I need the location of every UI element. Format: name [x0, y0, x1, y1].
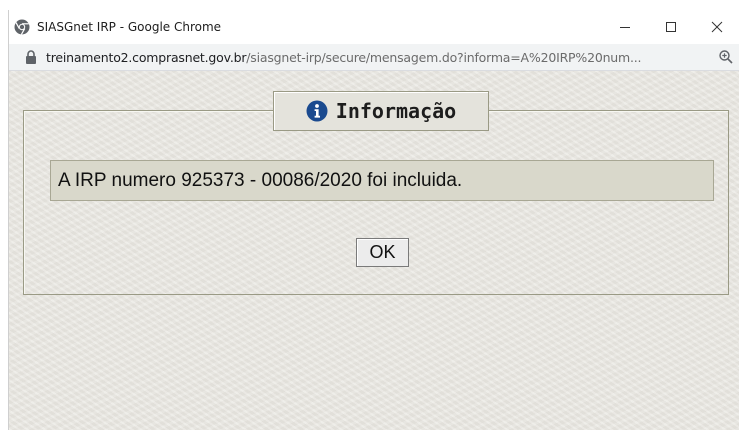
page-content: Informação A IRP numero 925373 - 00086/2… — [9, 71, 739, 430]
information-fieldset — [23, 110, 729, 295]
close-icon — [711, 21, 723, 33]
title-bar[interactable]: SIASGnet IRP - Google Chrome — [9, 10, 739, 44]
browser-popup-window: SIASGnet IRP - Google Chrome treinamento… — [8, 10, 739, 430]
url-host: treinamento2.comprasnet.gov.br — [46, 49, 247, 65]
lock-icon — [26, 50, 36, 64]
info-icon — [306, 100, 328, 122]
message-text: A IRP numero 925373 - 00086/2020 foi inc… — [50, 160, 714, 201]
fieldset-legend: Informação — [273, 91, 489, 131]
chrome-icon — [14, 19, 30, 35]
address-bar[interactable]: treinamento2.comprasnet.gov.br/siasgnet-… — [9, 44, 739, 71]
window-controls — [602, 10, 739, 44]
maximize-button[interactable] — [648, 10, 694, 44]
maximize-icon — [666, 22, 676, 32]
legend-title: Informação — [335, 99, 457, 123]
window-title: SIASGnet IRP - Google Chrome — [37, 20, 222, 34]
url-text[interactable]: treinamento2.comprasnet.gov.br/siasgnet-… — [46, 50, 706, 65]
ok-button[interactable]: OK — [356, 238, 409, 267]
minimize-icon — [620, 27, 630, 28]
zoom-icon[interactable] — [718, 49, 734, 65]
close-button[interactable] — [694, 10, 739, 44]
minimize-button[interactable] — [602, 10, 648, 44]
url-path: /siasgnet-irp/secure/mensagem.do?informa… — [246, 49, 642, 65]
